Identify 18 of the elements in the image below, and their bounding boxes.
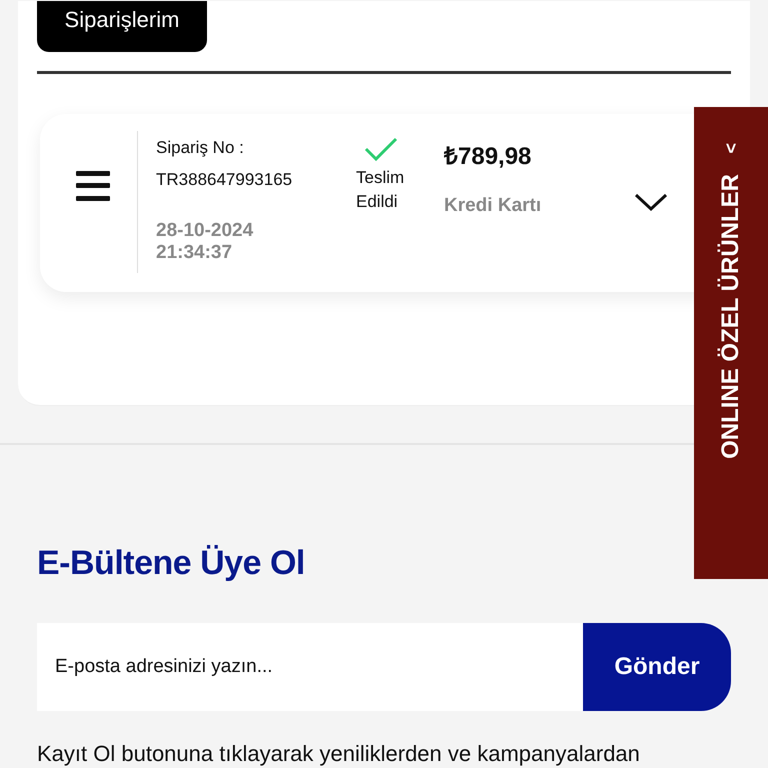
order-status: Teslim Edildi [356,167,406,213]
menu-icon[interactable] [76,171,110,201]
chevron-down-icon[interactable] [634,192,668,212]
newsletter-title: E-Bültene Üye Ol [37,544,306,583]
order-number: TR388647993165 [156,170,294,190]
send-button[interactable]: Gönder [583,623,731,711]
side-tab-arrow: < [720,143,742,154]
payment-method: Kredi Kartı [444,195,542,217]
order-total: ₺789,98 [444,142,532,171]
email-field[interactable]: E-posta adresinizi yazın... [37,623,583,711]
side-tab[interactable]: < ONLINE ÖZEL ÜRÜNLER [694,107,768,579]
newsletter-note: Kayıt Ol butonuna tıklayarak yeniliklerden ve kampanyalardan [37,741,641,767]
side-tab-label: ONLINE ÖZEL ÜRÜNLER [717,174,745,458]
order-number-label: Sipariş No : [156,138,245,158]
orders-button[interactable]: Siparişlerim [37,1,207,52]
check-icon [364,136,398,162]
order-date: 28-10-2024 [156,220,254,242]
order-time: 21:34:37 [156,242,234,264]
